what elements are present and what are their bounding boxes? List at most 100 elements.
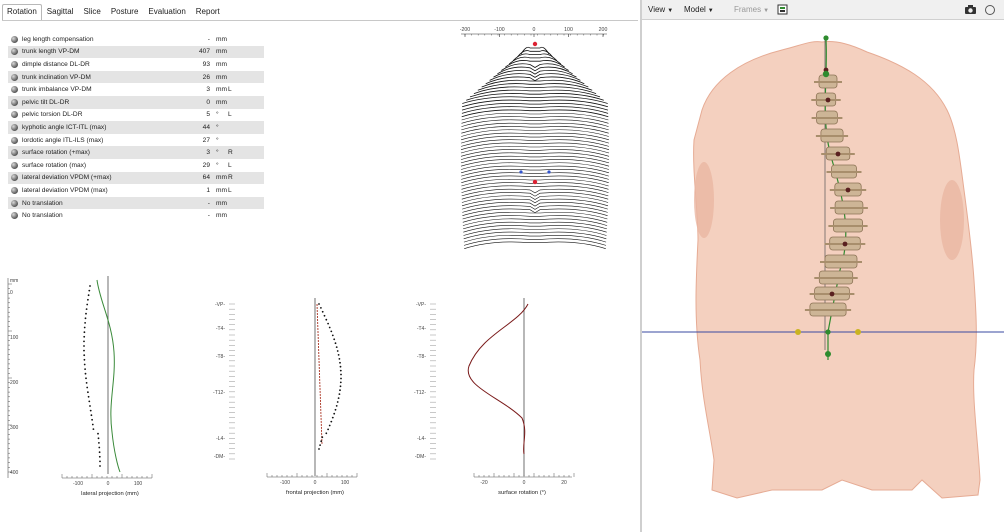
parameter-row[interactable]: pelvic torsion DL-DR 5 ° L xyxy=(8,109,264,122)
topo-contour-line xyxy=(481,79,589,88)
parameter-row[interactable]: leg length compensation - mm xyxy=(8,33,264,46)
surface-profile-point xyxy=(89,409,92,412)
model-menu[interactable]: Model ▼ xyxy=(684,5,714,14)
camera-icon[interactable] xyxy=(964,4,977,15)
x-tick-label: 20 xyxy=(561,480,567,486)
parameter-value: 3 xyxy=(206,149,210,157)
surface-profile-point xyxy=(85,382,88,384)
tab-posture[interactable]: Posture xyxy=(106,4,144,20)
parameter-row[interactable]: No translation - mm xyxy=(8,196,264,210)
rotation-curve xyxy=(467,303,529,455)
spine-3d-model[interactable] xyxy=(642,20,1004,532)
parameter-bullet-icon xyxy=(11,98,18,106)
tab-rotation[interactable]: Rotation xyxy=(2,4,42,20)
parameter-label: pelvic tilt DL-DR xyxy=(22,98,70,106)
surface-profile-point xyxy=(335,405,338,407)
surface-profile-point xyxy=(330,420,333,423)
surface-profile-point xyxy=(85,312,87,315)
parameter-unit: mm xyxy=(216,98,227,106)
tab-evaluation[interactable]: Evaluation xyxy=(143,4,190,20)
tab-bar: Rotation Sagittal Slice Posture Evaluati… xyxy=(2,4,638,21)
surface-profile-point xyxy=(334,408,337,411)
torso-surface xyxy=(693,41,981,499)
parameter-label: surface rotation (+max) xyxy=(22,149,90,157)
surface-profile-point xyxy=(327,428,329,431)
topo-vp-marker xyxy=(532,41,538,47)
y-tick-label: 300 xyxy=(10,425,19,431)
surface-profile-point xyxy=(92,428,95,430)
topo-contour-line xyxy=(460,159,610,167)
surface-profile-point xyxy=(86,386,89,389)
surface-profile-point xyxy=(339,389,341,392)
x-tick-label: 0 xyxy=(107,481,110,487)
topo-contour-line xyxy=(463,228,607,236)
parameter-row[interactable]: surface rotation (max) 29 ° L xyxy=(8,159,264,172)
surface-profile-point xyxy=(87,395,90,398)
surface-profile-point xyxy=(83,326,86,329)
x-tick-label: -100 xyxy=(73,481,83,487)
tab-sagittal[interactable]: Sagittal xyxy=(42,4,79,20)
topo-contour-line xyxy=(462,202,608,210)
topo-contour-line xyxy=(505,60,565,68)
chevron-down-icon: ▼ xyxy=(763,8,770,14)
topo-contour-line xyxy=(461,126,609,134)
surface-profile-point xyxy=(83,331,86,334)
parameter-unit: mm xyxy=(216,199,227,207)
parameter-row[interactable]: dimple distance DL-DR 93 mm xyxy=(8,58,264,71)
topo-contour-line xyxy=(463,238,607,246)
parameter-label: lordotic angle ITL-ILS (max) xyxy=(22,136,104,144)
topo-contour-line xyxy=(460,152,610,160)
lateral-spine-curve xyxy=(96,279,121,473)
view-menu[interactable]: View ▼ xyxy=(648,5,673,14)
surface-profile-point xyxy=(98,442,100,444)
frames-menu[interactable]: Frames ▼ xyxy=(734,5,769,14)
landmark-label: -T12- xyxy=(414,390,426,396)
parameter-bullet-icon xyxy=(11,199,18,207)
topo-contour-line xyxy=(461,165,609,174)
topo-contour-line xyxy=(461,132,609,141)
surface-profile-point xyxy=(330,330,333,333)
topo-contour-line xyxy=(462,96,608,104)
parameter-label: surface rotation (max) xyxy=(22,161,87,169)
parameter-row[interactable]: trunk length VP-DM 407 mm xyxy=(8,45,264,59)
export-icon[interactable] xyxy=(777,4,788,15)
circle-icon[interactable] xyxy=(984,4,996,16)
parameter-unit: ° xyxy=(216,161,219,169)
topo-contour-line xyxy=(461,185,609,193)
tab-report[interactable]: Report xyxy=(191,4,225,20)
landmark-label: -T4- xyxy=(216,326,226,332)
parameter-row[interactable]: trunk inclination VP-DM 26 mm xyxy=(8,70,264,84)
parameter-bullet-icon xyxy=(11,48,18,56)
tab-slice[interactable]: Slice xyxy=(78,4,105,20)
surface-profile-point xyxy=(323,314,326,317)
surface-profile-point xyxy=(91,418,93,421)
parameter-row[interactable]: pelvic tilt DL-DR 0 mm xyxy=(8,95,264,109)
parameter-side: L xyxy=(228,161,232,169)
topo-contour-line xyxy=(461,116,609,124)
parameter-label: trunk imbalance VP-DM xyxy=(22,86,92,94)
landmark-label: -T4- xyxy=(417,326,427,332)
chevron-down-icon: ▼ xyxy=(707,8,714,14)
parameter-row[interactable]: No translation - mm xyxy=(8,209,264,222)
parameter-row[interactable]: lateral deviation VPDM (max) 1 mm L xyxy=(8,184,264,197)
parameter-unit: ° xyxy=(216,136,219,144)
parameter-row[interactable]: surface rotation (+max) 3 ° R xyxy=(8,146,264,159)
y-tick-label: 0 xyxy=(10,290,13,296)
surface-profile-point xyxy=(336,350,339,352)
parameter-row[interactable]: lordotic angle ITL-ILS (max) 27 ° xyxy=(8,134,264,147)
x-tick-label: 0 xyxy=(314,480,317,486)
parameter-row[interactable]: kyphotic angle ICT-ITL (max) 44 ° xyxy=(8,121,264,134)
vp-marker xyxy=(823,35,829,41)
lateral-projection-plot: mm 0 100 200 300 400 -100 0 100 lateral projectio… xyxy=(7,276,153,497)
surface-profile-point xyxy=(88,289,91,292)
surface-profile-point xyxy=(320,307,322,309)
parameter-row[interactable]: lateral deviation VPDM (+max) 64 mm R xyxy=(8,171,264,185)
surface-profile-point xyxy=(325,318,328,321)
parameter-bullet-icon xyxy=(11,212,18,220)
topo-contour-line xyxy=(497,66,573,75)
parameter-row[interactable]: trunk imbalance VP-DM 3 mm L xyxy=(8,83,264,96)
topo-contour-line xyxy=(461,172,609,180)
x-axis-title: surface rotation (°) xyxy=(498,490,546,496)
frames-menu-label: Frames xyxy=(734,5,762,14)
parameter-unit: mm xyxy=(216,73,227,81)
